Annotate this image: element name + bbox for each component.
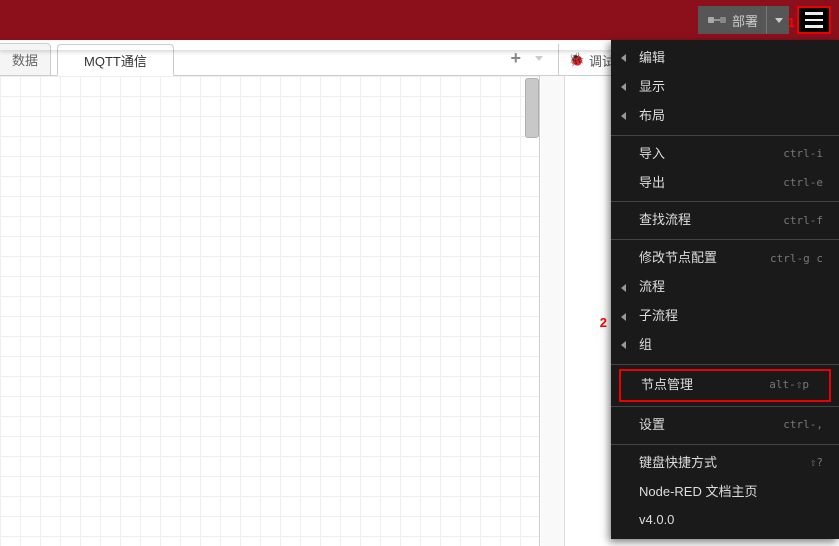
sidebar-tab[interactable]: 🐞 调试 — [558, 44, 615, 76]
annotation-2: 2 — [600, 315, 607, 330]
menu-label: Node-RED 文档主页 — [639, 484, 757, 501]
menu-label: 导出 — [639, 175, 665, 192]
flow-tab-active[interactable]: MQTT通信 — [57, 44, 174, 76]
menu-separator — [611, 135, 839, 136]
menu-separator — [611, 201, 839, 202]
submenu-arrow-icon — [621, 54, 626, 62]
menu-label: 布局 — [639, 108, 665, 125]
menu-flows[interactable]: 流程 — [611, 273, 839, 302]
menu-label: 显示 — [639, 79, 665, 96]
menu-shortcut: ctrl-g c — [770, 252, 823, 266]
menu-label: 查找流程 — [639, 212, 691, 229]
hamburger-line — [805, 19, 823, 22]
header-controls: 部署 — [698, 6, 831, 34]
menu-groups[interactable]: 组 — [611, 331, 839, 360]
tab-tools: + — [510, 40, 543, 76]
menu-import[interactable]: 导入 ctrl-i — [611, 140, 839, 169]
hamburger-line — [805, 12, 823, 15]
menu-separator — [611, 444, 839, 445]
menu-separator — [611, 406, 839, 407]
menu-label: 流程 — [639, 279, 665, 296]
menu-export[interactable]: 导出 ctrl-e — [611, 169, 839, 198]
menu-view[interactable]: 显示 — [611, 73, 839, 102]
menu-manage-palette[interactable]: 节点管理 alt-⇧p — [619, 369, 831, 402]
deploy-dropdown-toggle[interactable] — [766, 6, 783, 34]
submenu-arrow-icon — [621, 112, 626, 120]
flow-list-dropdown[interactable] — [535, 56, 543, 61]
bug-icon: 🐞 — [569, 52, 585, 68]
menu-shortcut: ctrl-e — [783, 176, 823, 190]
menu-label: 修改节点配置 — [639, 250, 717, 267]
submenu-arrow-icon — [621, 83, 626, 91]
tab-label: 数据 — [12, 50, 38, 69]
main-menu-dropdown: 编辑 显示 布局 导入 ctrl-i 导出 ctrl-e 查找流程 ctrl-f 修改… — [611, 40, 839, 539]
submenu-arrow-icon — [621, 341, 626, 349]
menu-label: 组 — [639, 337, 652, 354]
deploy-icon — [708, 14, 726, 26]
workspace: 数据 MQTT通信 + 🐞 调试 编辑 显示 布局 导入 ctrl-i 导出 ctr… — [0, 40, 839, 546]
menu-label: 子流程 — [639, 308, 678, 325]
menu-shortcut: ⇧? — [810, 456, 823, 470]
menu-search-flows[interactable]: 查找流程 ctrl-f — [611, 206, 839, 235]
menu-keyboard-shortcuts[interactable]: 键盘快捷方式 ⇧? — [611, 449, 839, 478]
annotation-1: 1 — [788, 15, 795, 30]
main-menu-button[interactable] — [797, 6, 831, 34]
menu-shortcut: ctrl-f — [783, 214, 823, 228]
version-label: v4.0.0 — [639, 512, 674, 529]
submenu-arrow-icon — [621, 313, 626, 321]
menu-settings[interactable]: 设置 ctrl-, — [611, 411, 839, 440]
menu-label: 节点管理 — [641, 377, 693, 394]
menu-docs[interactable]: Node-RED 文档主页 — [611, 478, 839, 507]
menu-shortcut: ctrl-i — [783, 147, 823, 161]
tab-label: MQTT通信 — [84, 51, 147, 70]
menu-config-nodes[interactable]: 修改节点配置 ctrl-g c — [611, 244, 839, 273]
menu-arrange[interactable]: 布局 — [611, 102, 839, 131]
menu-label: 设置 — [639, 417, 665, 434]
menu-edit[interactable]: 编辑 — [611, 44, 839, 73]
menu-version: v4.0.0 — [611, 506, 839, 535]
menu-label: 编辑 — [639, 50, 665, 67]
app-header: 部署 — [0, 0, 839, 40]
menu-shortcut: alt-⇧p — [769, 378, 809, 392]
vertical-scrollbar-thumb[interactable] — [525, 78, 539, 138]
hamburger-line — [805, 25, 823, 28]
deploy-label: 部署 — [732, 11, 758, 30]
deploy-button[interactable]: 部署 — [698, 6, 789, 34]
submenu-arrow-icon — [621, 284, 626, 292]
caret-down-icon — [775, 18, 783, 23]
menu-label: 键盘快捷方式 — [639, 455, 717, 472]
flow-tab-partial[interactable]: 数据 — [0, 43, 51, 75]
canvas-gutter — [541, 76, 565, 546]
menu-separator — [611, 239, 839, 240]
menu-shortcut: ctrl-, — [783, 418, 823, 432]
flow-canvas[interactable] — [0, 76, 540, 546]
menu-label: 导入 — [639, 146, 665, 163]
menu-subflows[interactable]: 子流程 — [611, 302, 839, 331]
menu-separator — [611, 364, 839, 365]
add-flow-button[interactable]: + — [510, 48, 521, 69]
